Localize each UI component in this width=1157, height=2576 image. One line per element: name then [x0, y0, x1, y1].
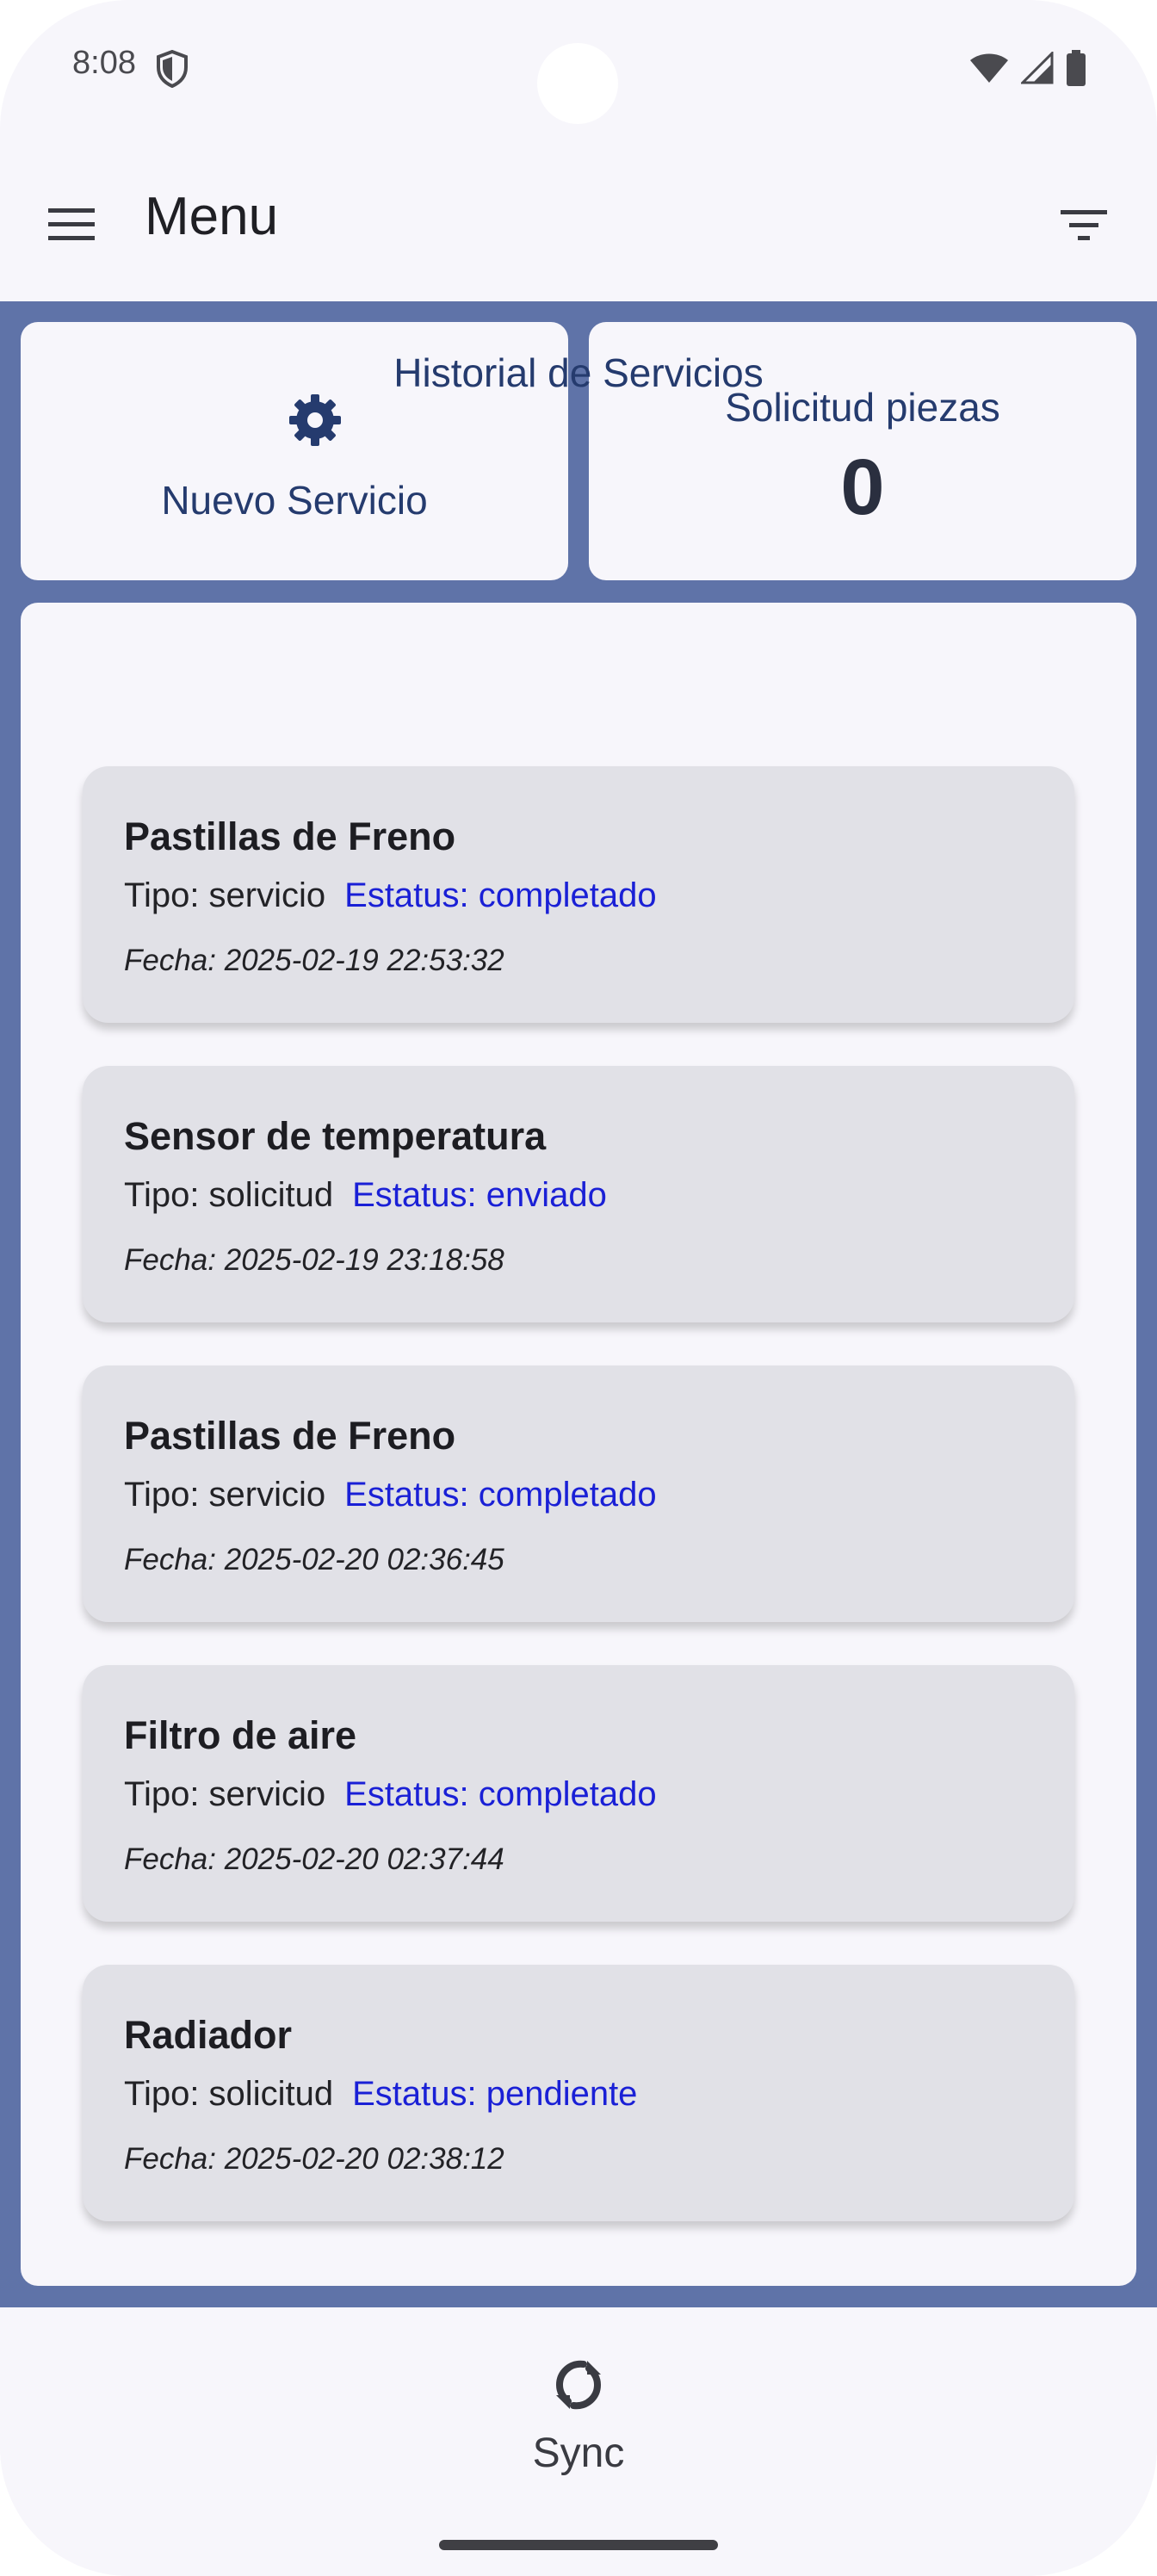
card-meta: Tipo: servicio Estatus: completado [124, 876, 657, 915]
card-date: Fecha: 2025-02-20 02:37:44 [124, 1842, 504, 1876]
card-type: Tipo: solicitud [124, 2075, 334, 2113]
sync-icon [555, 2360, 602, 2410]
card-meta: Tipo: servicio Estatus: completado [124, 1476, 657, 1514]
hamburger-menu-icon[interactable] [45, 198, 102, 250]
card-date: Fecha: 2025-02-19 22:53:32 [124, 944, 504, 977]
page-title: Menu [145, 187, 279, 246]
card-meta: Tipo: solicitud Estatus: pendiente [124, 2075, 637, 2114]
app-bar: Menu [0, 138, 1157, 301]
card-status: Estatus: pendiente [352, 2075, 638, 2113]
front-camera [537, 43, 618, 124]
parts-request-count: 0 [840, 443, 885, 531]
new-service-label: Nuevo Servicio [161, 478, 428, 523]
sync-button[interactable]: Sync [492, 2356, 665, 2485]
bottom-bar: Sync [0, 2307, 1157, 2576]
card-meta: Tipo: servicio Estatus: completado [124, 1775, 657, 1814]
card-title: Pastillas de Freno [124, 814, 456, 858]
card-type: Tipo: solicitud [124, 1176, 334, 1214]
card-title: Sensor de temperatura [124, 1114, 547, 1158]
history-card[interactable]: Pastillas de Freno Tipo: servicio Estatus… [83, 1365, 1074, 1622]
card-date: Fecha: 2025-02-19 23:18:58 [124, 1243, 504, 1277]
card-date: Fecha: 2025-02-20 02:38:12 [124, 2142, 504, 2176]
card-title: Radiador [124, 2013, 293, 2057]
signal-icon [1021, 52, 1054, 84]
sync-label: Sync [532, 2430, 625, 2476]
home-indicator[interactable] [439, 2540, 718, 2550]
shield-icon [157, 50, 188, 88]
card-title: Pastillas de Freno [124, 1414, 456, 1458]
card-status: Estatus: completado [344, 1775, 657, 1813]
card-status: Estatus: enviado [352, 1176, 607, 1214]
card-date: Fecha: 2025-02-20 02:36:45 [124, 1543, 504, 1576]
history-card[interactable]: Sensor de temperatura Tipo: solicitud Est… [83, 1066, 1074, 1322]
status-time: 8:08 [72, 45, 136, 81]
card-status: Estatus: completado [344, 876, 657, 914]
status-bar: 8:08 [0, 0, 1157, 138]
gear-icon [289, 394, 341, 446]
status-icons [969, 50, 1086, 86]
phone-screen: 8:08 Menu Nuevo Servicio Solicitud pieza… [0, 0, 1157, 2576]
battery-icon [1067, 50, 1086, 86]
history-card[interactable]: Filtro de aire Tipo: servicio Estatus: co… [83, 1665, 1074, 1922]
filter-icon[interactable] [1055, 198, 1112, 250]
card-status: Estatus: completado [344, 1476, 657, 1514]
card-meta: Tipo: solicitud Estatus: enviado [124, 1176, 607, 1215]
card-type: Tipo: servicio [124, 876, 326, 914]
card-title: Filtro de aire [124, 1713, 357, 1757]
history-title: Historial de Servicios [393, 350, 764, 395]
history-card[interactable]: Pastillas de Freno Tipo: servicio Estatus… [83, 766, 1074, 1023]
wifi-icon [970, 53, 1008, 83]
history-card[interactable]: Radiador Tipo: solicitud Estatus: pendien… [83, 1965, 1074, 2221]
card-type: Tipo: servicio [124, 1476, 326, 1514]
card-type: Tipo: servicio [124, 1775, 326, 1813]
